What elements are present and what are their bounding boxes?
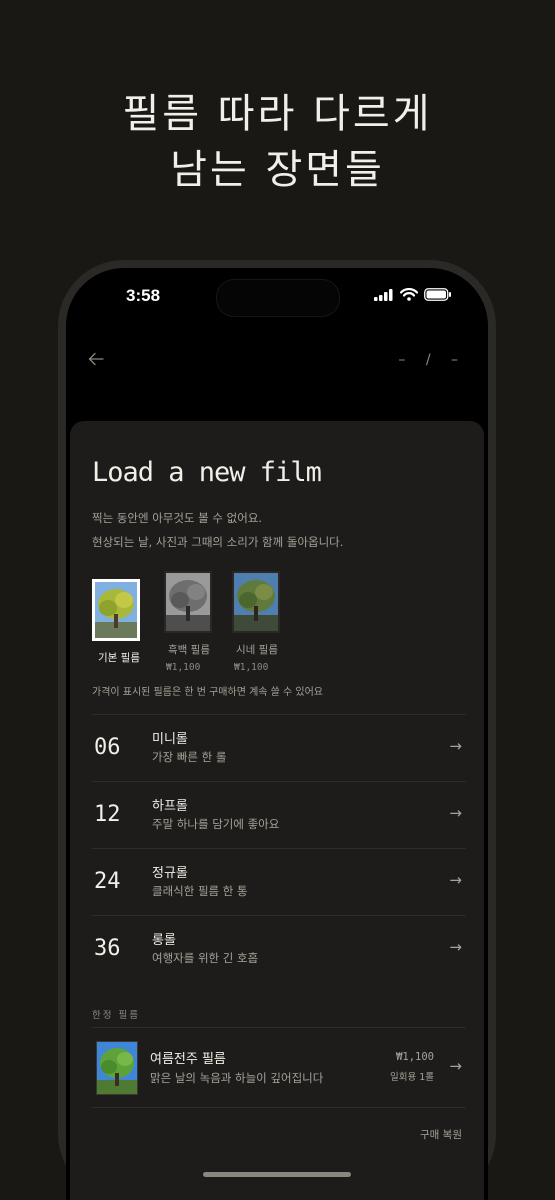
- status-time: 3:58: [126, 286, 161, 305]
- signal-icon: [374, 288, 393, 301]
- wifi-icon: [400, 288, 418, 301]
- film-price-bw: ₩1,100: [166, 662, 201, 673]
- film-sheet: Load a new film 찍는 동안엔 아무것도 볼 수 없어요. 현상되…: [70, 421, 484, 1200]
- arrow-right-icon: →: [449, 938, 462, 956]
- roll-name: 정규롤: [152, 866, 188, 881]
- headline-line-1: 필름 따라 다르게: [122, 91, 433, 137]
- status-bar: 3:58: [66, 268, 488, 326]
- dynamic-island: [216, 279, 340, 317]
- roll-desc: 주말 하나를 담기에 좋아요: [152, 817, 280, 831]
- arrow-right-icon: →: [449, 1057, 462, 1075]
- sheet-subtitle-2: 현상되는 날, 사진과 그때의 소리가 함께 돌아옵니다.: [92, 535, 344, 549]
- phone-screen: 3:58 – / – Load a new film 찍는 동안엔 아무것도 볼…: [66, 268, 488, 1200]
- arrow-left-icon: [88, 352, 104, 366]
- roll-name: 롱롤: [152, 933, 176, 948]
- arrow-right-icon: →: [449, 871, 462, 889]
- roll-option-12[interactable]: 12 하프롤 주말 하나를 담기에 좋아요 →: [70, 782, 484, 848]
- roll-count: 24: [94, 869, 121, 894]
- roll-option-36[interactable]: 36 롱롤 여행자를 위한 긴 호흡 →: [70, 916, 484, 982]
- tree-photo-icon: [95, 582, 137, 638]
- roll-name: 미니롤: [152, 732, 188, 747]
- limited-section-label: 한정 필름: [92, 1010, 140, 1021]
- arrow-right-icon: →: [449, 804, 462, 822]
- divider: [92, 1107, 466, 1108]
- sheet-subtitle-1: 찍는 동안엔 아무것도 볼 수 없어요.: [92, 511, 263, 525]
- page-indicator: – / –: [398, 352, 466, 368]
- headline: 필름 따라 다르게 남는 장면들: [0, 86, 555, 198]
- tree-photo-summer-icon: [97, 1042, 137, 1094]
- roll-desc: 여행자를 위한 긴 호흡: [152, 951, 259, 965]
- battery-icon: [424, 288, 451, 301]
- limited-film-thumb: [96, 1041, 138, 1095]
- headline-line-2: 남는 장면들: [170, 147, 385, 193]
- roll-count: 06: [94, 735, 121, 760]
- limited-film-price: ₩1,100: [396, 1051, 434, 1063]
- roll-name: 하프롤: [152, 799, 188, 814]
- price-note: 가격이 표시된 필름은 한 번 구매하면 계속 쓸 수 있어요: [92, 687, 324, 698]
- roll-count: 36: [94, 936, 121, 961]
- roll-desc: 클래식한 필름 한 통: [152, 884, 248, 898]
- arrow-right-icon: →: [449, 737, 462, 755]
- film-price-cine: ₩1,100: [234, 662, 269, 673]
- tree-photo-bw-icon: [166, 573, 210, 631]
- tree-photo-cine-icon: [234, 573, 278, 631]
- limited-film-name: 여름전주 필름: [150, 1052, 226, 1067]
- limited-film-item[interactable]: 여름전주 필름 맑은 날의 녹음과 하늘이 깊어집니다 ₩1,100 일회용 1…: [70, 1027, 484, 1107]
- limited-film-price-sub: 일회용 1롤: [389, 1072, 434, 1083]
- sheet-title: Load a new film: [92, 457, 322, 488]
- roll-count: 12: [94, 802, 121, 827]
- film-label-bw: 흑백 필름: [168, 644, 210, 656]
- limited-film-desc: 맑은 날의 녹음과 하늘이 깊어집니다: [150, 1071, 324, 1085]
- film-thumb-bw: [164, 571, 212, 633]
- status-icons: [374, 288, 452, 301]
- roll-option-06[interactable]: 06 미니롤 가장 빠른 한 롤 →: [70, 715, 484, 781]
- film-thumb-cine: [232, 571, 280, 633]
- film-thumb-basic: [92, 579, 140, 641]
- film-label-basic: 기본 필름: [98, 652, 140, 664]
- roll-option-24[interactable]: 24 정규롤 클래식한 필름 한 통 →: [70, 849, 484, 915]
- home-indicator[interactable]: [203, 1172, 351, 1177]
- film-label-cine: 시네 필름: [236, 644, 278, 656]
- roll-desc: 가장 빠른 한 롤: [152, 750, 227, 764]
- top-nav: – / –: [66, 346, 488, 382]
- restore-purchase-link[interactable]: 구매 복원: [420, 1127, 462, 1142]
- back-button[interactable]: [88, 350, 104, 371]
